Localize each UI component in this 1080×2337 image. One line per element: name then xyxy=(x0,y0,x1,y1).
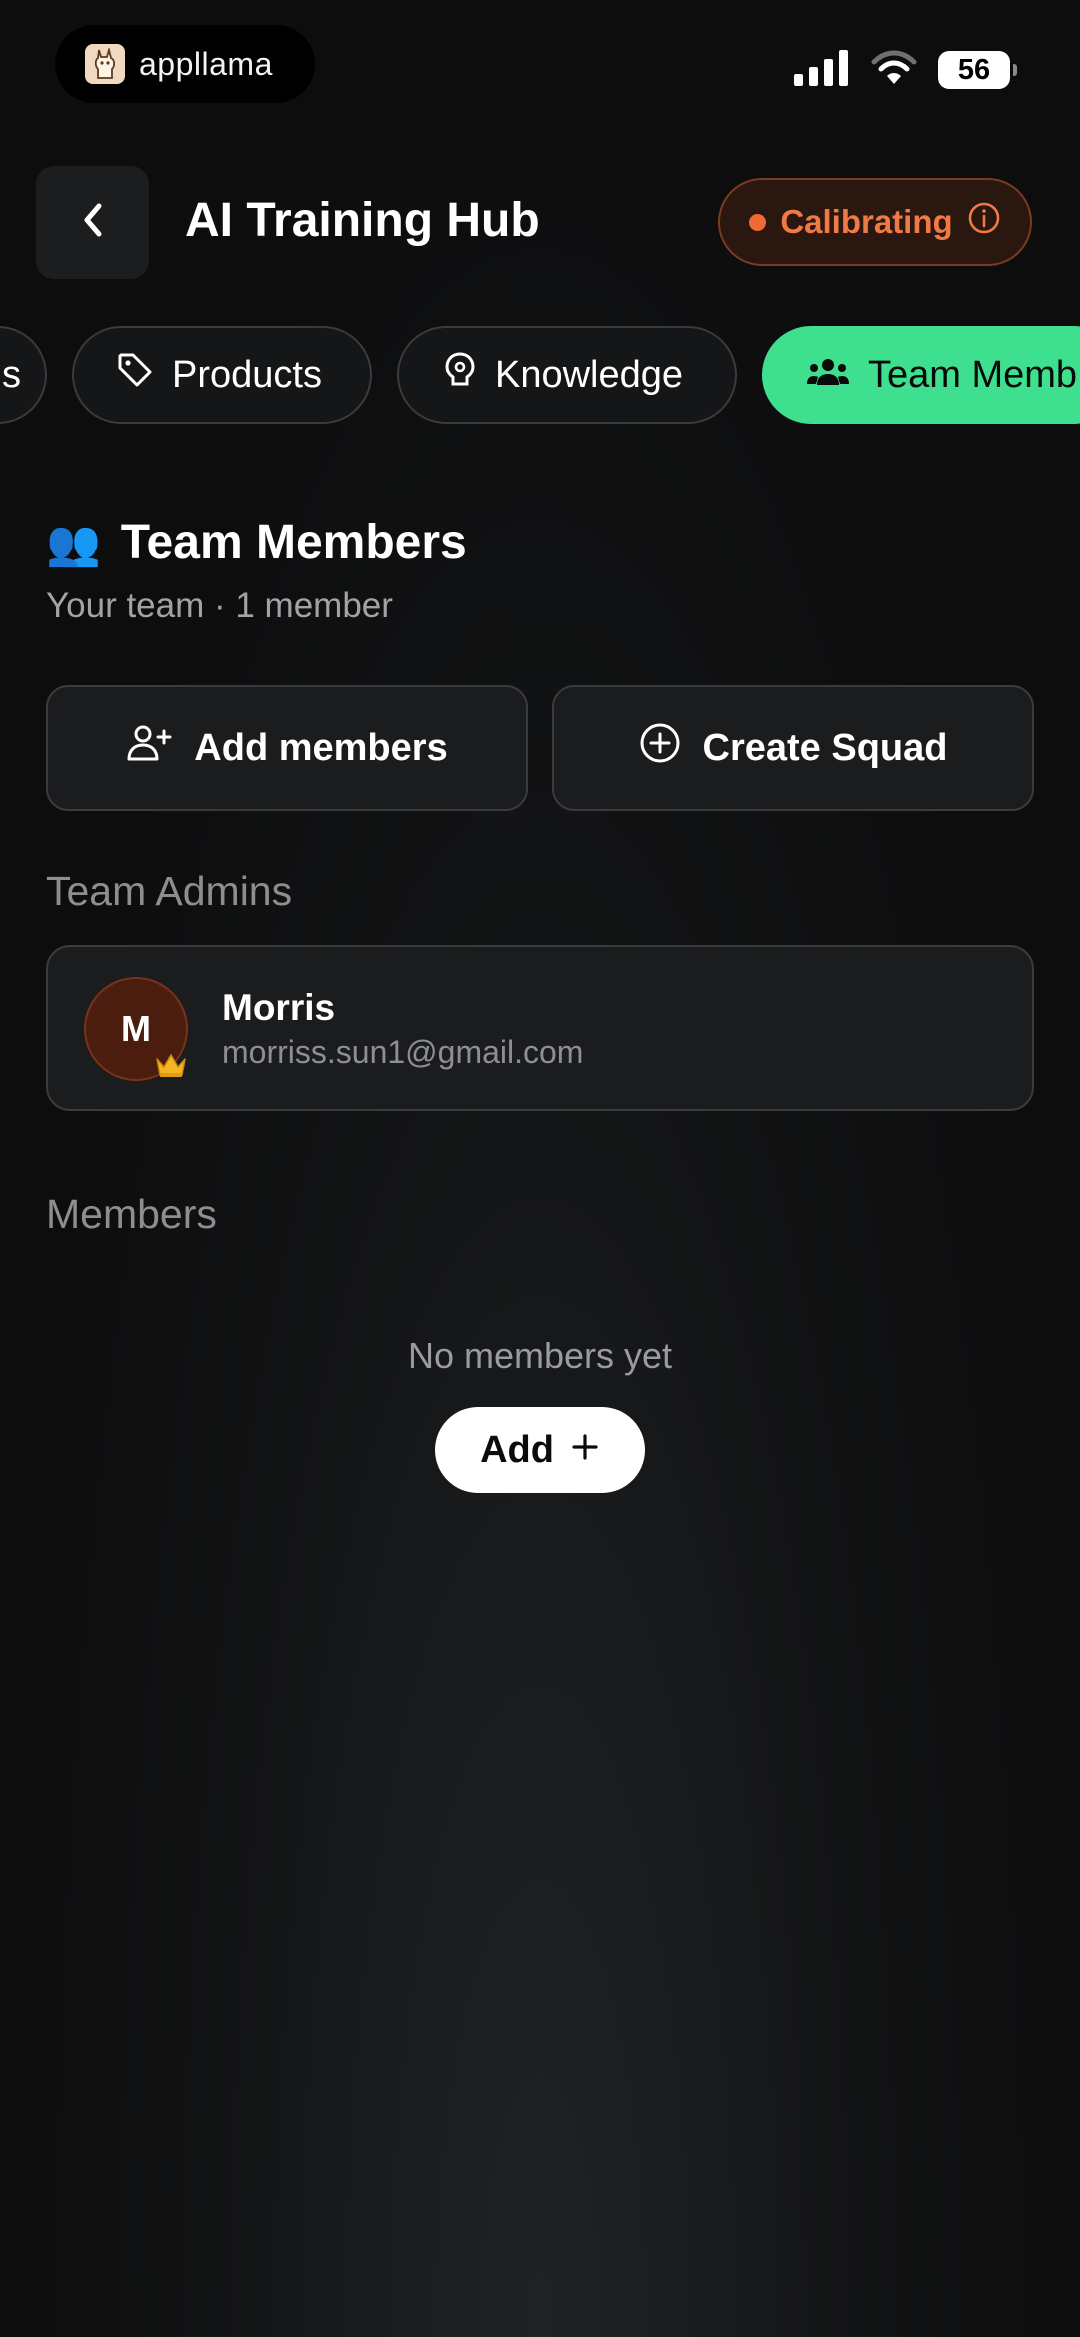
tab-team-members[interactable]: Team Memb xyxy=(762,326,1080,424)
wifi-icon xyxy=(870,50,918,91)
tag-icon xyxy=(116,351,154,399)
battery-indicator: 56 xyxy=(938,51,1017,89)
status-label: Calibrating xyxy=(780,203,953,240)
add-label: Add xyxy=(480,1428,554,1471)
tab-products[interactable]: Products xyxy=(72,326,372,424)
plus-circle-icon xyxy=(639,722,681,774)
members-label: Members xyxy=(46,1191,217,1237)
cellular-signal-icon xyxy=(794,49,850,91)
calibrating-status-badge[interactable]: Calibrating xyxy=(718,178,1032,266)
tab-knowledge[interactable]: Knowledge xyxy=(397,326,737,424)
add-members-button[interactable]: Add members xyxy=(46,685,528,811)
team-emoji-icon: 👥 xyxy=(46,517,101,569)
admin-name: Morris xyxy=(222,987,336,1028)
section-title-text: Team Members xyxy=(120,516,467,569)
chevron-left-icon xyxy=(79,200,107,245)
section-subtitle: Your team · 1 member xyxy=(46,586,393,625)
admin-email: morriss.sun1@gmail.com xyxy=(222,1034,584,1070)
section-title: 👥 Team Members xyxy=(46,515,467,570)
team-icon xyxy=(806,354,850,397)
brand-pill: appllama xyxy=(55,25,315,103)
crown-icon xyxy=(154,1051,188,1084)
status-dot-icon xyxy=(749,213,767,231)
category-tabs: s Products Knowledge Team Memb xyxy=(0,326,1080,426)
brain-bulb-icon xyxy=(443,351,477,399)
tab-label: s xyxy=(2,353,21,396)
back-button[interactable] xyxy=(36,166,149,279)
team-admins-label: Team Admins xyxy=(46,868,293,914)
create-squad-button[interactable]: Create Squad xyxy=(552,685,1034,811)
llama-logo-icon xyxy=(85,44,125,84)
tab-label: Products xyxy=(172,353,322,396)
add-user-icon xyxy=(126,723,172,773)
empty-members-text: No members yet xyxy=(407,1335,673,1376)
screen: appllama 56 AI Training Hub Calibrating … xyxy=(0,0,1080,2337)
plus-icon xyxy=(570,1429,600,1472)
add-members-label: Add members xyxy=(194,726,448,769)
tab-partial[interactable]: s xyxy=(0,326,47,424)
admin-card[interactable]: M Morris morriss.sun1@gmail.com xyxy=(46,945,1034,1111)
battery-level: 56 xyxy=(957,53,991,86)
create-squad-label: Create Squad xyxy=(702,726,948,769)
tab-label: Knowledge xyxy=(495,353,684,396)
info-icon[interactable] xyxy=(967,201,1001,243)
tab-label: Team Memb xyxy=(868,353,1078,396)
brand-name: appllama xyxy=(139,45,273,82)
system-status-icons: 56 xyxy=(794,48,1017,92)
page-title: AI Training Hub xyxy=(185,194,540,247)
avatar-initial: M xyxy=(121,1008,151,1049)
add-member-button[interactable]: Add xyxy=(435,1407,645,1493)
